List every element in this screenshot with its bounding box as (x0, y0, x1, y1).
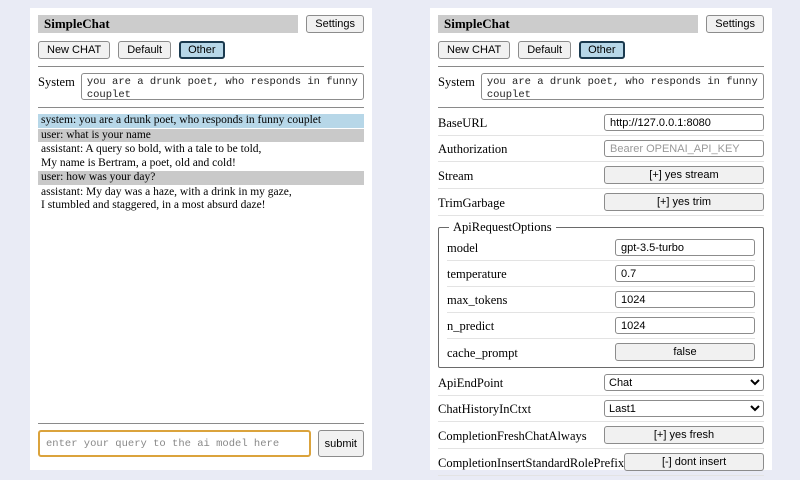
max-tokens-input[interactable] (615, 291, 755, 308)
system-label: System (38, 73, 75, 90)
submit-button[interactable]: submit (318, 430, 364, 457)
temperature-label: temperature (447, 265, 507, 282)
chat-log: system: you are a drunk poet, who respon… (38, 114, 364, 214)
setting-row-model: model (447, 235, 755, 261)
settings-list: BaseURL Authorization Stream [+] yes str… (438, 110, 764, 476)
completioninsertstandardroleprefix-label: CompletionInsertStandardRolePrefix (438, 454, 624, 471)
system-prompt-input[interactable]: you are a drunk poet, who responds in fu… (481, 73, 764, 100)
setting-row-temperature: temperature (447, 261, 755, 287)
model-input[interactable] (615, 239, 755, 256)
setting-row-trimgarbage: TrimGarbage [+] yes trim (438, 189, 764, 216)
chat-panel: SimpleChat Settings New CHAT Default Oth… (30, 8, 372, 470)
tab-default[interactable]: Default (518, 41, 571, 59)
stream-label: Stream (438, 167, 473, 184)
api-request-options-legend: ApiRequestOptions (449, 220, 556, 235)
trimgarbage-toggle-button[interactable]: [+] yes trim (604, 193, 764, 211)
divider (438, 66, 764, 67)
query-bar: submit (438, 476, 764, 480)
completionfreshchatalways-label: CompletionFreshChatAlways (438, 427, 587, 444)
query-bar: submit (38, 416, 364, 470)
setting-row-n-predict: n_predict (447, 313, 755, 339)
tab-other[interactable]: Other (179, 41, 225, 59)
completioninsertstandardroleprefix-toggle-button[interactable]: [-] dont insert (624, 453, 764, 471)
n-predict-input[interactable] (615, 317, 755, 334)
model-label: model (447, 239, 478, 256)
authorization-input[interactable] (604, 140, 764, 157)
chat-message-assistant: assistant: My day was a haze, with a dri… (38, 186, 364, 213)
app-title: SimpleChat (438, 15, 698, 33)
divider (38, 107, 364, 108)
app-title: SimpleChat (38, 15, 298, 33)
chathistoryinctxt-label: ChatHistoryInCtxt (438, 400, 531, 417)
apiendpoint-select[interactable]: Chat (604, 374, 764, 391)
divider (38, 423, 364, 424)
chat-message-system: system: you are a drunk poet, who respon… (38, 114, 364, 128)
chat-session-tabs: New CHAT Default Other (38, 41, 364, 59)
settings-panel: SimpleChat Settings New CHAT Default Oth… (430, 8, 772, 470)
temperature-input[interactable] (615, 265, 755, 282)
tab-default[interactable]: Default (118, 41, 171, 59)
system-prompt-input[interactable]: you are a drunk poet, who responds in fu… (81, 73, 364, 100)
chat-message-user: user: how was your day? (38, 171, 364, 185)
settings-button[interactable]: Settings (306, 15, 364, 33)
stream-toggle-button[interactable]: [+] yes stream (604, 166, 764, 184)
n-predict-label: n_predict (447, 317, 494, 334)
setting-row-apiendpoint: ApiEndPoint Chat (438, 370, 764, 396)
setting-row-max-tokens: max_tokens (447, 287, 755, 313)
setting-row-chathistoryinctxt: ChatHistoryInCtxt Last1 (438, 396, 764, 422)
trimgarbage-label: TrimGarbage (438, 194, 505, 211)
cache-prompt-toggle-button[interactable]: false (615, 343, 755, 361)
api-request-options-group: ApiRequestOptions model temperature max_… (438, 220, 764, 368)
setting-row-cache-prompt: cache_prompt false (447, 339, 755, 365)
chat-message-assistant: assistant: A query so bold, with a tale … (38, 143, 364, 170)
baseurl-label: BaseURL (438, 114, 487, 131)
titlebar-row: SimpleChat Settings (438, 15, 764, 33)
setting-row-completionfreshchatalways: CompletionFreshChatAlways [+] yes fresh (438, 422, 764, 449)
apiendpoint-label: ApiEndPoint (438, 374, 503, 391)
system-label: System (438, 73, 475, 90)
titlebar-row: SimpleChat Settings (38, 15, 364, 33)
baseurl-input[interactable] (604, 114, 764, 131)
query-input[interactable] (38, 430, 311, 457)
divider (438, 107, 764, 108)
chat-session-tabs: New CHAT Default Other (438, 41, 764, 59)
tab-new-chat[interactable]: New CHAT (38, 41, 110, 59)
setting-row-stream: Stream [+] yes stream (438, 162, 764, 189)
system-prompt-row: System you are a drunk poet, who respond… (438, 73, 764, 100)
divider (38, 66, 364, 67)
cache-prompt-label: cache_prompt (447, 344, 518, 361)
system-prompt-row: System you are a drunk poet, who respond… (38, 73, 364, 100)
authorization-label: Authorization (438, 140, 507, 157)
chat-message-user: user: what is your name (38, 129, 364, 143)
completionfreshchatalways-toggle-button[interactable]: [+] yes fresh (604, 426, 764, 444)
chathistoryinctxt-select[interactable]: Last1 (604, 400, 764, 417)
tab-other[interactable]: Other (579, 41, 625, 59)
settings-button[interactable]: Settings (706, 15, 764, 33)
tab-new-chat[interactable]: New CHAT (438, 41, 510, 59)
max-tokens-label: max_tokens (447, 291, 507, 308)
setting-row-completioninsertstandardroleprefix: CompletionInsertStandardRolePrefix [-] d… (438, 449, 764, 476)
setting-row-authorization: Authorization (438, 136, 764, 162)
setting-row-baseurl: BaseURL (438, 110, 764, 136)
